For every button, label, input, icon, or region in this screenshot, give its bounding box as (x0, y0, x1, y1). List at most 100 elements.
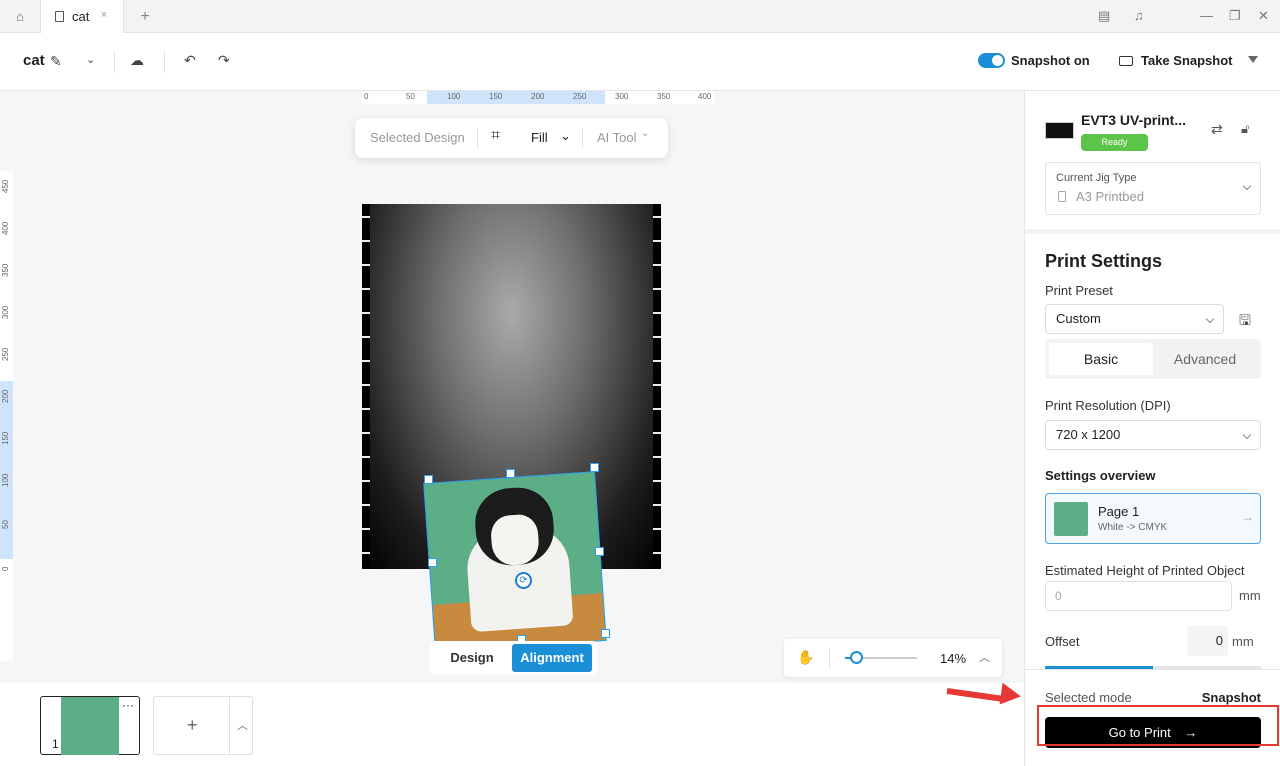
ruler-tick: 0 (364, 92, 369, 101)
resolution-label: Print Resolution (DPI) (1045, 398, 1171, 413)
more-icon[interactable]: ··· (122, 698, 134, 712)
cat-design-image[interactable] (423, 471, 607, 653)
canvas-area[interactable]: 0 50 100 150 200 250 300 350 400 450 400… (0, 91, 1024, 683)
bell-icon[interactable]: ♫ (1134, 8, 1144, 23)
unlock-icon[interactable]: 🔓︎ (1241, 121, 1249, 137)
rotate-icon[interactable]: ⟳ (515, 572, 532, 589)
minimize-icon[interactable]: — (1200, 8, 1213, 23)
page-card-subtitle: White -> CMYK (1098, 522, 1168, 533)
print-preset-value: Custom (1056, 311, 1101, 326)
tab-alignment[interactable]: Alignment (512, 644, 592, 672)
jig-type-value: A3 Printbed (1076, 189, 1144, 204)
jig-type-select[interactable]: Current Jig Type A3 Printbed (1045, 162, 1261, 215)
crop-icon[interactable]: ⌗ (491, 127, 500, 145)
new-tab-button[interactable]: + (135, 0, 155, 33)
offset-label: Offset (1045, 634, 1080, 649)
height-unit: mm (1239, 588, 1261, 603)
hand-icon[interactable]: ✋ (797, 649, 814, 666)
status-badge: Ready (1081, 134, 1148, 151)
ruler-highlight (0, 381, 13, 559)
chevron-up-icon[interactable]: ︿ (979, 649, 990, 665)
offset-unit: mm (1232, 634, 1254, 649)
ruler-tick: 400 (1, 221, 10, 235)
ruler-tick: 250 (573, 92, 587, 101)
offset-input[interactable]: 0 (1187, 626, 1228, 656)
estimated-height-label: Estimated Height of Printed Object (1045, 563, 1245, 578)
resize-handle[interactable] (595, 547, 604, 556)
selected-design-label: Selected Design (370, 130, 465, 145)
tab-cat[interactable]: cat × (40, 0, 124, 33)
ai-tool-dropdown[interactable]: AI Tool (597, 130, 637, 145)
chevron-down-icon[interactable]: ⌄ (641, 128, 649, 139)
ruler-tick: 300 (1, 305, 10, 319)
tab-bar: ⌂ cat × + ▤ ♫ — ❐ ✕ (0, 0, 1280, 33)
annotation-highlight-box (1037, 705, 1279, 746)
chevron-down-icon[interactable]: ⌄ (560, 128, 571, 144)
snapshot-label: Snapshot on (1011, 53, 1090, 68)
divider (829, 648, 830, 668)
snapshot-dropdown-icon[interactable] (1248, 56, 1258, 63)
home-icon[interactable]: ⌂ (0, 0, 40, 33)
mode-switch: Design Alignment (430, 641, 597, 675)
device-name[interactable]: EVT3 UV-print... (1081, 112, 1186, 128)
page-thumbnail-image (1054, 502, 1088, 536)
ruler-tick: 150 (1, 431, 10, 445)
save-preset-icon[interactable]: 🖫︎ (1239, 310, 1251, 334)
ruler-tick: 300 (615, 92, 629, 101)
tab-label: cat (72, 9, 90, 24)
tab-advanced[interactable]: Advanced (1153, 343, 1257, 375)
arrow-right-icon: → (1242, 510, 1254, 524)
project-name: cat (23, 52, 45, 69)
chevron-down-icon[interactable]: ⌄ (86, 53, 95, 66)
chevron-down-icon (1242, 181, 1252, 191)
zoom-slider-knob[interactable] (850, 651, 863, 664)
toolbar: cat ✎ ⌄ ☁ ↶ ↷ Snapshot on Take Snapshot (0, 33, 1280, 91)
page-thumbnail[interactable]: 1 ··· (40, 696, 140, 755)
page-card-title: Page 1 (1098, 504, 1140, 519)
design-floating-toolbar: Selected Design ⌗ Fill ⌄ AI Tool ⌄ (355, 118, 668, 158)
tab-design[interactable]: Design (433, 644, 511, 672)
camera-icon (1119, 56, 1133, 66)
tab-basic[interactable]: Basic (1049, 343, 1153, 375)
resize-handle[interactable] (601, 629, 610, 638)
ruler-tick: 100 (1, 473, 10, 487)
resize-handle[interactable] (506, 469, 515, 478)
horizontal-ruler: 0 50 100 150 200 250 300 350 400 (362, 91, 714, 104)
ruler-tick: 400 (698, 92, 712, 101)
snapshot-toggle[interactable] (978, 53, 1005, 68)
divider (477, 128, 478, 148)
resize-handle[interactable] (424, 475, 433, 484)
resolution-select[interactable]: 720 x 1200 (1045, 420, 1261, 450)
window-close-icon[interactable]: ✕ (1258, 8, 1269, 24)
page-settings-card[interactable]: Page 1 White -> CMYK → (1045, 493, 1261, 544)
switch-device-icon[interactable]: ⇄ (1211, 121, 1223, 138)
divider (164, 51, 165, 73)
close-tab-icon[interactable]: × (101, 9, 107, 21)
resize-handle[interactable] (590, 463, 599, 472)
resize-handle[interactable] (428, 558, 437, 567)
clipboard-icon[interactable]: ▤ (1098, 8, 1110, 24)
cloud-upload-icon[interactable]: ☁ (130, 52, 144, 69)
ruler-tick: 250 (1, 347, 10, 361)
ruler-tick: 200 (1, 389, 10, 403)
zoom-control: ✋ 14% ︿ (784, 639, 1002, 677)
print-preset-select[interactable]: Custom (1045, 304, 1224, 334)
annotation-arrow-head (999, 682, 1023, 708)
ruler-tick: 450 (1, 179, 10, 193)
fill-dropdown[interactable]: Fill (531, 130, 548, 145)
ruler-tick: 0 (1, 566, 10, 571)
undo-icon[interactable]: ↶ (184, 52, 196, 69)
take-snapshot-button[interactable]: Take Snapshot (1119, 53, 1233, 68)
zoom-level: 14% (940, 651, 967, 666)
add-page-button[interactable]: + ︿ (153, 696, 253, 755)
estimated-height-input[interactable]: 0 (1045, 581, 1232, 611)
divider (582, 128, 583, 148)
redo-icon[interactable]: ↷ (218, 52, 230, 69)
restore-icon[interactable]: ❐ (1229, 8, 1241, 24)
ruler-tick: 200 (531, 92, 545, 101)
chevron-down-icon (1242, 430, 1252, 440)
ruler-tick: 350 (657, 92, 671, 101)
chevron-up-icon[interactable]: ︿ (237, 717, 248, 733)
edit-icon[interactable]: ✎ (50, 53, 62, 70)
ruler-tick: 100 (447, 92, 461, 101)
